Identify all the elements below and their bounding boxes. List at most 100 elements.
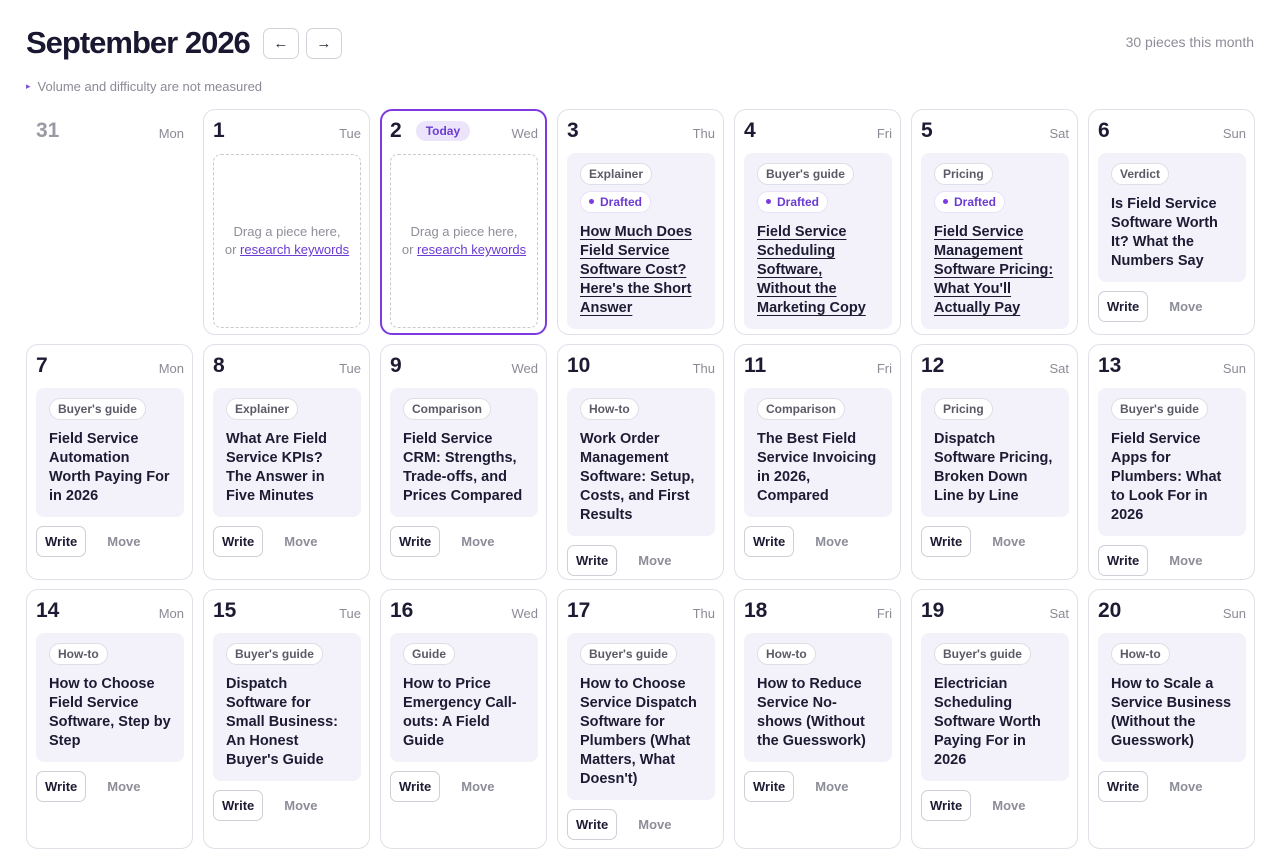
move-button[interactable]: Move	[815, 534, 848, 549]
piece-title[interactable]: Field Service Management Software Pricin…	[934, 223, 1056, 318]
piece-type-badge: Pricing	[934, 163, 993, 185]
move-button[interactable]: Move	[1169, 779, 1202, 794]
research-keywords-link[interactable]: research keywords	[240, 242, 349, 257]
move-button[interactable]: Move	[461, 534, 494, 549]
piece-card[interactable]: How-to How to Scale a Service Business (W…	[1098, 633, 1246, 762]
drop-hint-text: Drag a piece here,	[410, 224, 518, 239]
piece-card[interactable]: Buyer's guide Dispatch Software for Small…	[213, 633, 361, 781]
day-header: 17 Thu	[567, 598, 715, 624]
day-header: 11 Fri	[744, 353, 892, 379]
weekday-label: Sun	[1222, 606, 1246, 621]
move-button[interactable]: Move	[1169, 553, 1202, 568]
write-button[interactable]: Write	[1098, 545, 1149, 576]
status-badge: Drafted	[757, 191, 829, 213]
piece-card[interactable]: Pricing Drafted Field Service Management S…	[921, 153, 1069, 329]
piece-title: Dispatch Software for Small Business: An…	[226, 676, 339, 768]
write-button[interactable]: Write	[36, 526, 87, 557]
piece-card[interactable]: Buyer's guide Electrician Scheduling Soft…	[921, 633, 1069, 781]
move-button[interactable]: Move	[284, 798, 317, 813]
piece-card[interactable]: Explainer What Are Field Service KPIs? Th…	[213, 388, 361, 517]
day-number: 5	[921, 119, 933, 142]
write-button[interactable]: Write	[567, 545, 618, 576]
write-button[interactable]: Write	[744, 526, 795, 557]
piece-card[interactable]: Buyer's guide Field Service Apps for Plum…	[1098, 388, 1246, 536]
piece-card[interactable]: Verdict Is Field Service Software Worth I…	[1098, 153, 1246, 282]
day-number: 18	[744, 599, 768, 622]
write-button[interactable]: Write	[921, 526, 972, 557]
weekday-label: Fri	[876, 361, 892, 376]
piece-title: Field Service Automation Worth Paying Fo…	[49, 431, 170, 504]
calendar-day: 13 Sun Buyer's guide Field Service Apps for…	[1088, 344, 1255, 580]
move-button[interactable]: Move	[284, 534, 317, 549]
move-button[interactable]: Move	[1169, 299, 1202, 314]
piece-card[interactable]: How-to How to Reduce Service No-shows (Wi…	[744, 633, 892, 762]
write-button[interactable]: Write	[36, 771, 87, 802]
day-number: 6	[1098, 119, 1110, 142]
weekday-label: Thu	[692, 126, 715, 141]
calendar-grid: 31 Mon 1 Tue Drag a piece here, or research k…	[26, 109, 1255, 849]
day-header: 14 Mon	[36, 598, 184, 624]
piece-actions: Write Move	[921, 790, 1069, 821]
move-button[interactable]: Move	[107, 779, 140, 794]
piece-type-badge: Buyer's guide	[934, 643, 1031, 665]
write-button[interactable]: Write	[390, 771, 441, 802]
piece-card[interactable]: Pricing Dispatch Software Pricing, Broken…	[921, 388, 1069, 517]
day-number: 20	[1098, 599, 1122, 622]
piece-title: What Are Field Service KPIs? The Answer …	[226, 431, 327, 504]
move-button[interactable]: Move	[992, 534, 1025, 549]
day-number: 16	[390, 599, 414, 622]
calendar-day: 6 Sun Verdict Is Field Service Software Wor…	[1088, 109, 1255, 335]
move-button[interactable]: Move	[992, 798, 1025, 813]
piece-card[interactable]: How-to How to Choose Field Service Softwa…	[36, 633, 184, 762]
move-button[interactable]: Move	[815, 779, 848, 794]
piece-card[interactable]: Comparison Field Service CRM: Strengths, …	[390, 388, 538, 517]
day-header: 10 Thu	[567, 353, 715, 379]
piece-type-badge: How-to	[49, 643, 108, 665]
piece-card[interactable]: Buyer's guide How to Choose Service Dispa…	[567, 633, 715, 800]
status-badge: Drafted	[934, 191, 1006, 213]
weekday-label: Mon	[158, 126, 184, 141]
piece-actions: Write Move	[1098, 291, 1246, 322]
piece-actions: Write Move	[744, 526, 892, 557]
weekday-label: Sat	[1049, 126, 1069, 141]
piece-card[interactable]: How-to Work Order Management Software: Se…	[567, 388, 715, 536]
day-header: 1 Tue	[213, 118, 361, 144]
piece-actions: Write Move	[1098, 771, 1246, 802]
arrow-right-icon: →	[316, 34, 332, 52]
day-number: 3	[567, 119, 579, 142]
piece-card[interactable]: Explainer Drafted How Much Does Field Serv…	[567, 153, 715, 329]
move-button[interactable]: Move	[461, 779, 494, 794]
piece-card[interactable]: Buyer's guide Field Service Automation Wo…	[36, 388, 184, 517]
move-button[interactable]: Move	[638, 817, 671, 832]
write-button[interactable]: Write	[1098, 771, 1149, 802]
move-button[interactable]: Move	[107, 534, 140, 549]
piece-card[interactable]: Buyer's guide Drafted Field Service Schedu…	[744, 153, 892, 329]
piece-title[interactable]: Field Service Scheduling Software, Witho…	[757, 223, 879, 318]
piece-card[interactable]: Guide How to Price Emergency Call-outs: A…	[390, 633, 538, 762]
write-button[interactable]: Write	[213, 790, 264, 821]
piece-type-badge: Buyer's guide	[49, 398, 146, 420]
move-button[interactable]: Move	[638, 553, 671, 568]
next-month-button[interactable]: →	[305, 27, 342, 59]
write-button[interactable]: Write	[1098, 291, 1149, 322]
write-button[interactable]: Write	[744, 771, 795, 802]
calendar-day: 14 Mon How-to How to Choose Field Service S…	[26, 589, 193, 849]
calendar-day: 20 Sun How-to How to Scale a Service Busine…	[1088, 589, 1255, 849]
drop-zone[interactable]: Drag a piece here, or research keywords	[390, 154, 538, 328]
write-button[interactable]: Write	[390, 526, 441, 557]
piece-type-badge: Buyer's guide	[1111, 398, 1208, 420]
weekday-label: Wed	[511, 606, 539, 621]
volume-difficulty-disclosure[interactable]: ▸ Volume and difficulty are not measured	[26, 79, 262, 94]
piece-title[interactable]: How Much Does Field Service Software Cos…	[580, 223, 702, 318]
piece-type-badge: How-to	[580, 398, 639, 420]
write-button[interactable]: Write	[213, 526, 264, 557]
piece-card[interactable]: Comparison The Best Field Service Invoici…	[744, 388, 892, 517]
previous-month-button[interactable]: ←	[262, 27, 299, 59]
research-keywords-link[interactable]: research keywords	[417, 242, 526, 257]
calendar-day: 16 Wed Guide How to Price Emergency Call-ou…	[380, 589, 547, 849]
write-button[interactable]: Write	[921, 790, 972, 821]
drop-zone[interactable]: Drag a piece here, or research keywords	[213, 154, 361, 328]
disclosure-text: Volume and difficulty are not measured	[37, 79, 263, 94]
write-button[interactable]: Write	[567, 809, 618, 840]
weekday-label: Thu	[692, 361, 715, 376]
